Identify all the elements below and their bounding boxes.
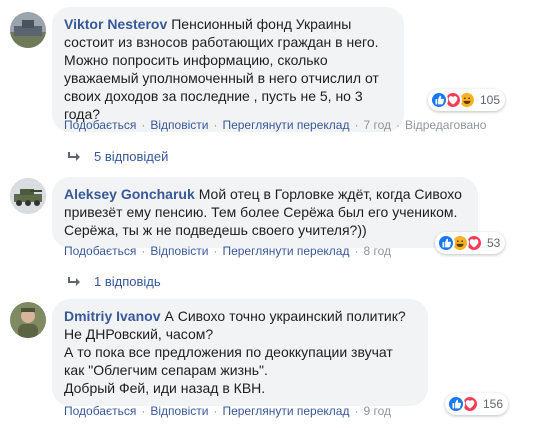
comment-1: Viktor Nesterov Пенсионный фонд Украины с…: [0, 0, 545, 164]
comment-text-line: Добрый Фей, иди назад в КВН.: [64, 380, 266, 396]
comment-time[interactable]: 7 год: [363, 118, 391, 132]
edited-label: Відредаговано: [405, 118, 487, 132]
reply-link[interactable]: Відповісти: [150, 244, 208, 258]
separator: ·: [213, 244, 218, 258]
comment-text-line: А то пока все предложения по деоккупации…: [64, 344, 393, 378]
avatar-image-icon: [10, 302, 46, 338]
replies-count-label: 5 відповідей: [94, 149, 169, 164]
comment-actions: Подобається · Відповісти · Переглянути п…: [64, 244, 391, 258]
comment-time[interactable]: 8 год: [363, 244, 391, 258]
comment-author[interactable]: Aleksey Goncharuk: [64, 186, 195, 202]
comment-3: Dmitriy Ivanov А Сивохо точно украинский …: [0, 292, 545, 428]
comment-2: Aleksey Goncharuk Мой отец в Горловке ждё…: [0, 170, 545, 290]
comment-bubble: Dmitriy Ivanov А Сивохо точно украинский …: [52, 299, 428, 406]
separator: ·: [141, 244, 146, 258]
translate-link[interactable]: Переглянути переклад: [222, 118, 349, 132]
separator: ·: [354, 404, 359, 418]
view-replies-link[interactable]: 1 відповідь: [68, 274, 161, 289]
reaction-count: 156: [483, 397, 504, 411]
view-replies-link[interactable]: 5 відповідей: [68, 149, 168, 164]
avatar[interactable]: [10, 12, 46, 48]
like-icon: [430, 91, 448, 109]
reactions-summary[interactable]: 105: [428, 89, 506, 111]
reaction-count: 105: [480, 93, 501, 107]
avatar-image-icon: [10, 178, 46, 214]
separator: ·: [213, 404, 218, 418]
like-link[interactable]: Подобається: [64, 118, 136, 132]
like-link[interactable]: Подобається: [64, 404, 136, 418]
avatar[interactable]: [10, 302, 46, 338]
comment-author[interactable]: Dmitriy Ivanov: [64, 308, 160, 324]
reactions-summary[interactable]: 53: [435, 232, 506, 254]
like-icon: [447, 395, 465, 413]
separator: ·: [141, 118, 146, 132]
comment-author[interactable]: Viktor Nesterov: [64, 16, 167, 32]
separator: ·: [213, 118, 218, 132]
comment-actions: Подобається · Відповісти · Переглянути п…: [64, 118, 486, 132]
separator: ·: [354, 244, 359, 258]
reply-link[interactable]: Відповісти: [150, 118, 208, 132]
comment-actions: Подобається · Відповісти · Переглянути п…: [64, 404, 391, 418]
reactions-summary[interactable]: 156: [445, 393, 509, 415]
avatar-image-icon: [10, 12, 46, 48]
translate-link[interactable]: Переглянути переклад: [222, 244, 349, 258]
translate-link[interactable]: Переглянути переклад: [222, 404, 349, 418]
separator: ·: [354, 118, 359, 132]
replies-count-label: 1 відповідь: [94, 274, 161, 289]
comment-time[interactable]: 9 год: [363, 404, 391, 418]
separator: ·: [141, 404, 146, 418]
like-icon: [437, 234, 455, 252]
separator: ·: [396, 118, 401, 132]
reply-arrow-icon: [68, 151, 80, 161]
like-link[interactable]: Подобається: [64, 244, 136, 258]
reply-link[interactable]: Відповісти: [150, 404, 208, 418]
avatar[interactable]: [10, 178, 46, 214]
comment-bubble: Aleksey Goncharuk Мой отец в Горловке ждё…: [52, 177, 478, 248]
reaction-count: 53: [487, 236, 501, 250]
comment-bubble: Viktor Nesterov Пенсионный фонд Украины с…: [52, 7, 404, 132]
reply-arrow-icon: [68, 276, 80, 286]
